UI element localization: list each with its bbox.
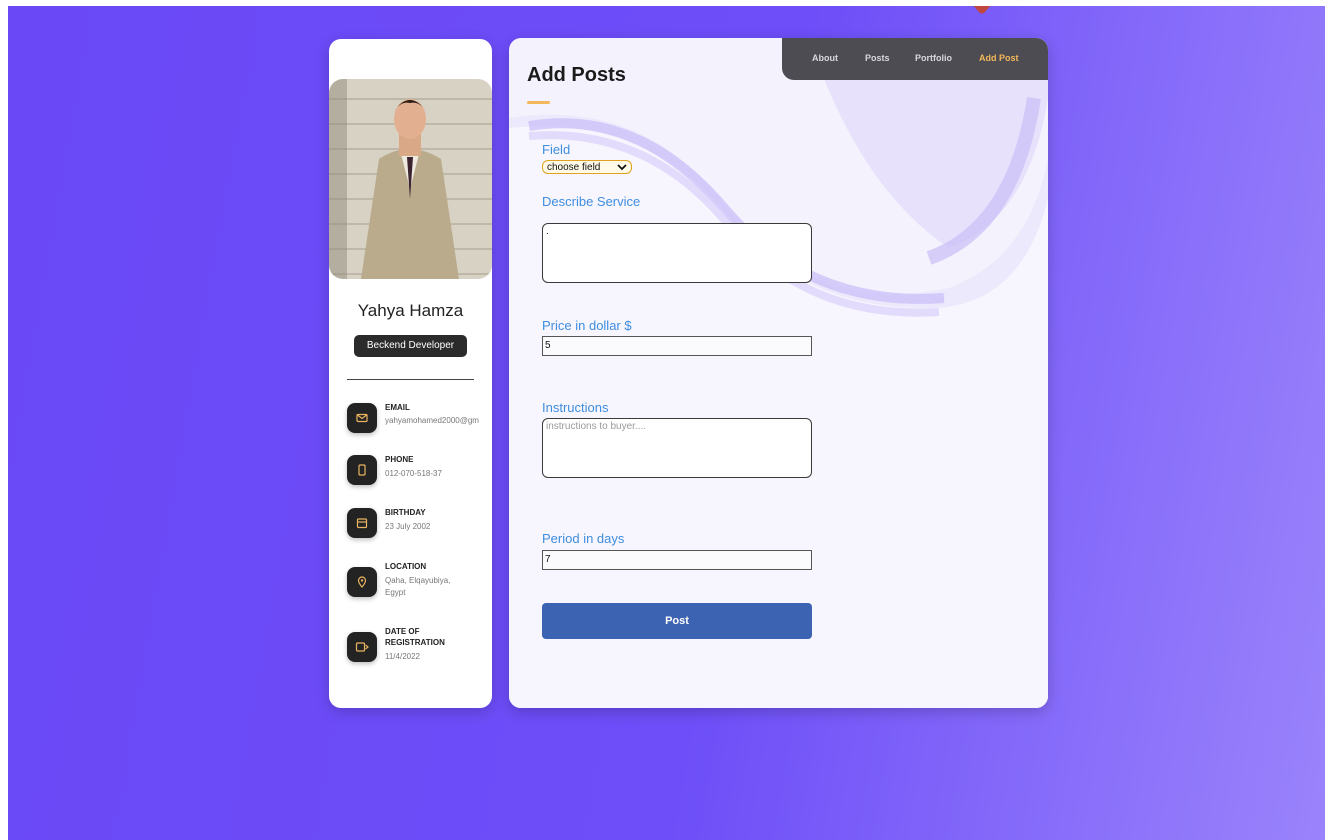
calendar-arrow-icon [347, 632, 377, 662]
page-background: Yahya Hamza Beckend Developer EMAIL yahy… [8, 6, 1325, 840]
period-label: Period in days [542, 531, 625, 546]
price-input[interactable]: 5 [542, 336, 812, 356]
post-button[interactable]: Post [542, 603, 812, 639]
nav-portfolio[interactable]: Portfolio [915, 53, 952, 63]
chevron-down-icon [617, 164, 627, 171]
add-post-card: About Posts Portfolio Add Post Add Posts… [509, 38, 1048, 708]
field-label: Field [542, 142, 571, 157]
mail-icon [347, 403, 377, 433]
profile-sidebar: Yahya Hamza Beckend Developer EMAIL yahy… [329, 39, 492, 708]
describe-service-textarea[interactable]: . [542, 223, 812, 283]
contact-title: PHONE [385, 455, 414, 464]
period-input[interactable]: 7 [542, 550, 812, 570]
page-title: Add Posts [527, 64, 626, 86]
red-arrow-icon [973, 6, 991, 14]
contact-value: 012-070-518-37 [385, 469, 442, 478]
profile-name: Yahya Hamza [357, 301, 464, 320]
contact-value: Qaha, Elqayubiya, [385, 576, 451, 585]
contact-title: LOCATION [385, 562, 427, 571]
role-badge: Beckend Developer [354, 335, 467, 357]
phone-icon [347, 455, 377, 485]
nav-add-post[interactable]: Add Post [979, 53, 1019, 63]
field-select[interactable]: choose field [542, 160, 632, 174]
instructions-textarea[interactable]: instructions to buyer.... [542, 418, 812, 478]
top-navbar: About Posts Portfolio Add Post [782, 38, 1048, 80]
contact-value: 11/4/2022 [385, 652, 420, 661]
instructions-label: Instructions [542, 400, 609, 415]
title-underline [527, 101, 550, 104]
field-select-value: choose field [547, 162, 601, 173]
contact-title: EMAIL [385, 403, 410, 412]
contact-value: 23 July 2002 [385, 522, 431, 531]
location-pin-icon [347, 567, 377, 597]
avatar [329, 79, 492, 279]
calendar-icon [347, 508, 377, 538]
contact-value: yahyamohamed2000@gm [385, 416, 479, 425]
contact-title: DATE OF [385, 627, 420, 636]
nav-posts[interactable]: Posts [865, 53, 890, 63]
contact-value-line2: Egypt [385, 588, 406, 597]
contact-title-line2: REGISTRATION [385, 638, 445, 647]
contact-title: BIRTHDAY [385, 508, 426, 517]
price-label: Price in dollar $ [542, 318, 632, 333]
sidebar-divider [347, 379, 474, 380]
describe-service-label: Describe Service [542, 194, 641, 209]
nav-about[interactable]: About [812, 53, 838, 63]
